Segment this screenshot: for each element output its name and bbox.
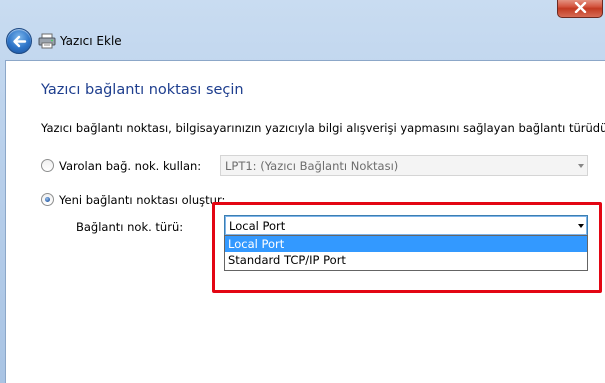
- back-arrow-icon: [13, 35, 27, 48]
- new-port-option[interactable]: Yeni bağlantı noktası oluştur:: [41, 193, 225, 207]
- back-button[interactable]: [6, 28, 32, 54]
- existing-port-value: LPT1: (Yazıcı Bağlantı Noktası): [225, 159, 399, 173]
- close-button[interactable]: [557, 0, 603, 18]
- page-heading: Yazıcı bağlantı noktası seçin: [41, 82, 244, 98]
- chevron-down-icon: [578, 164, 584, 168]
- page-description: Yazıcı bağlantı noktası, bilgisayarınızı…: [41, 121, 605, 135]
- wizard-content: Yazıcı bağlantı noktası seçin Yazıcı bağ…: [5, 60, 605, 383]
- existing-port-radio[interactable]: [41, 159, 54, 172]
- existing-port-option[interactable]: Varolan bağ. nok. kullan:: [41, 159, 201, 173]
- red-highlight-box: [212, 202, 602, 293]
- window-title: Yazıcı Ekle: [60, 34, 122, 48]
- window-frame: Yazıcı Ekle Yazıcı bağlantı noktası seçi…: [0, 0, 605, 383]
- port-type-label: Bağlantı nok. türü:: [76, 220, 184, 234]
- printer-icon: [38, 33, 56, 49]
- new-port-label: Yeni bağlantı noktası oluştur:: [59, 193, 226, 207]
- navigation-bar: Yazıcı Ekle: [0, 26, 605, 60]
- new-port-radio[interactable]: [41, 193, 54, 206]
- existing-port-select: LPT1: (Yazıcı Bağlantı Noktası): [220, 155, 588, 176]
- close-icon: [574, 2, 587, 13]
- existing-port-label: Varolan bağ. nok. kullan:: [59, 159, 202, 173]
